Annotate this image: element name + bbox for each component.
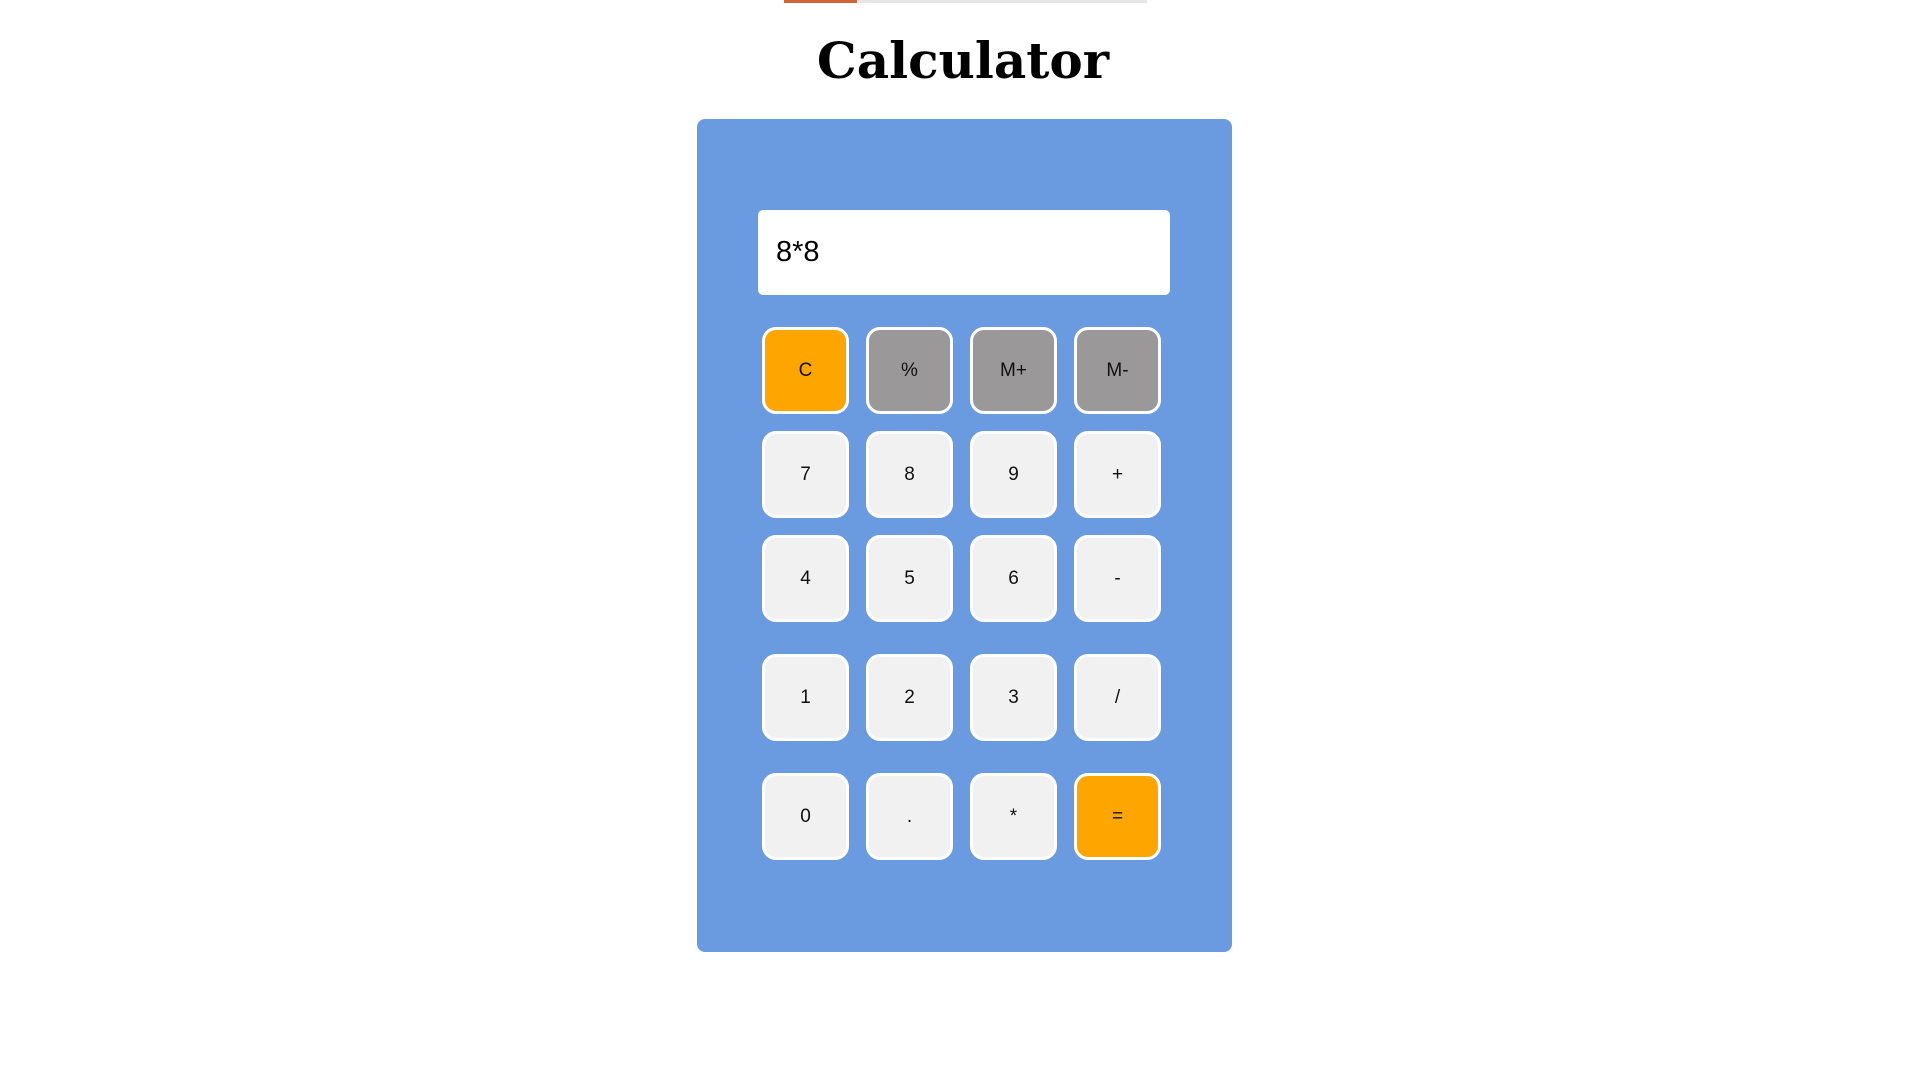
digit-8-button[interactable]: 8 [866,431,953,518]
decimal-button[interactable]: . [866,773,953,860]
calculator-body: 8*8 C % M+ M- 7 8 9 + 4 5 6 - 1 2 3 / 0 … [697,119,1232,952]
percent-button[interactable]: % [866,327,953,414]
calculator-display: 8*8 [758,210,1170,295]
memory-minus-button[interactable]: M- [1074,327,1161,414]
minus-button[interactable]: - [1074,535,1161,622]
digit-4-button[interactable]: 4 [762,535,849,622]
digit-7-button[interactable]: 7 [762,431,849,518]
digit-5-button[interactable]: 5 [866,535,953,622]
digit-6-button[interactable]: 6 [970,535,1057,622]
plus-button[interactable]: + [1074,431,1161,518]
digit-1-button[interactable]: 1 [762,654,849,741]
divide-button[interactable]: / [1074,654,1161,741]
progress-bar [784,0,1147,3]
clear-button[interactable]: C [762,327,849,414]
digit-2-button[interactable]: 2 [866,654,953,741]
page-title: Calculator [816,31,1110,90]
equals-button[interactable]: = [1074,773,1161,860]
progress-bar-fill [784,0,857,3]
memory-plus-button[interactable]: M+ [970,327,1057,414]
digit-0-button[interactable]: 0 [762,773,849,860]
digit-9-button[interactable]: 9 [970,431,1057,518]
multiply-button[interactable]: * [970,773,1057,860]
digit-3-button[interactable]: 3 [970,654,1057,741]
